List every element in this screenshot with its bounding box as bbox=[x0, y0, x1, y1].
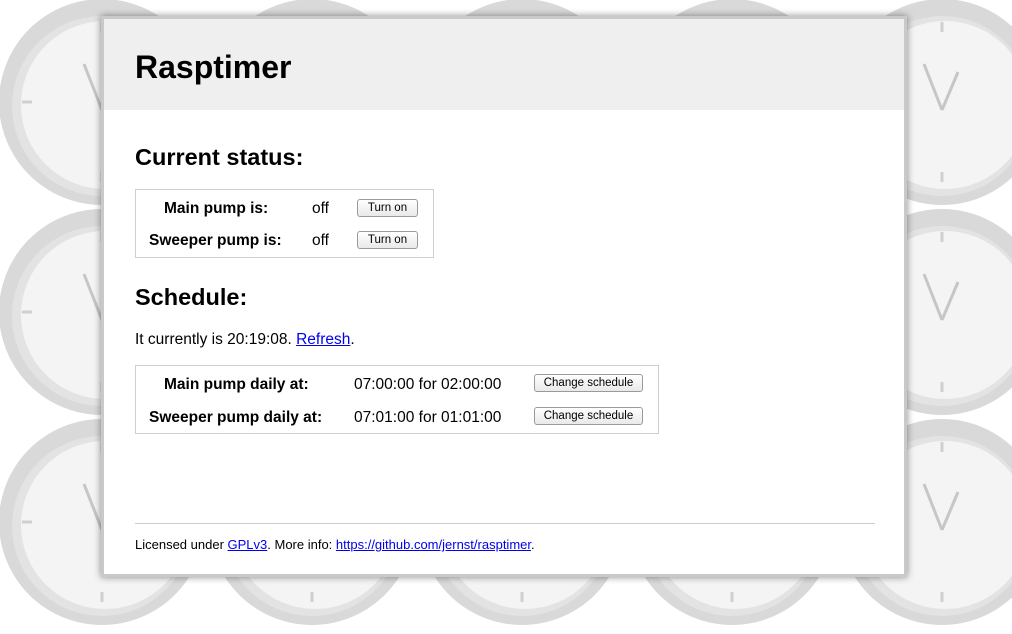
current-time-suffix: . bbox=[350, 331, 355, 348]
footer-suffix: . bbox=[531, 537, 535, 552]
page-title: Rasptimer bbox=[135, 49, 292, 85]
footer-divider bbox=[135, 523, 875, 524]
main-panel: Rasptimer Current status: Main pump is: … bbox=[101, 16, 907, 577]
main-pump-schedule-label: Main pump daily at: bbox=[164, 376, 309, 393]
sweeper-pump-schedule-label: Sweeper pump daily at: bbox=[149, 409, 323, 426]
sweeper-pump-label: Sweeper pump is: bbox=[149, 232, 282, 249]
footer-prefix: Licensed under bbox=[135, 537, 228, 552]
schedule-heading: Schedule: bbox=[135, 284, 248, 310]
sweeper-pump-turn-on-button[interactable]: Turn on bbox=[357, 231, 418, 249]
refresh-link[interactable]: Refresh bbox=[296, 331, 350, 348]
status-heading: Current status: bbox=[135, 144, 304, 170]
main-pump-schedule-value: 07:00:00 for 02:00:00 bbox=[354, 376, 502, 393]
current-time-text: It currently is 20:19:08. Refresh. bbox=[135, 331, 355, 349]
sweeper-pump-change-schedule-button[interactable]: Change schedule bbox=[534, 407, 643, 425]
license-link[interactable]: GPLv3 bbox=[228, 537, 268, 552]
page-header: Rasptimer bbox=[104, 19, 904, 110]
main-pump-change-schedule-button[interactable]: Change schedule bbox=[534, 374, 643, 392]
footer: Licensed under GPLv3. More info: https:/… bbox=[135, 537, 535, 553]
sweeper-pump-schedule-value: 07:01:00 for 01:01:00 bbox=[354, 409, 502, 426]
status-table: Main pump is: off Turn on Sweeper pump i… bbox=[135, 189, 434, 258]
sweeper-pump-state: off bbox=[312, 232, 329, 249]
main-pump-state: off bbox=[312, 200, 329, 217]
main-pump-turn-on-button[interactable]: Turn on bbox=[357, 199, 418, 217]
main-pump-label: Main pump is: bbox=[164, 200, 269, 217]
schedule-table: Main pump daily at: 07:00:00 for 02:00:0… bbox=[135, 365, 659, 434]
footer-middle: . More info: bbox=[267, 537, 336, 552]
current-time-prefix: It currently is 20:19:08. bbox=[135, 331, 297, 348]
repo-link[interactable]: https://github.com/jernst/rasptimer bbox=[336, 537, 531, 552]
